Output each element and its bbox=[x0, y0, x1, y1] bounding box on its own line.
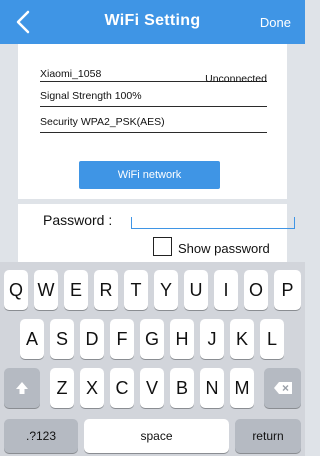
ssid-name: Xiaomi_1058 bbox=[40, 68, 102, 80]
show-password-checkbox[interactable] bbox=[153, 237, 172, 256]
nav-bar: WiFi Setting Done bbox=[0, 0, 305, 44]
key-q[interactable]: Q bbox=[4, 270, 28, 310]
keyboard: Q W E R T Y U I O P A S D F G H J K L Z … bbox=[0, 262, 305, 456]
key-c[interactable]: C bbox=[110, 368, 134, 408]
return-key[interactable]: return bbox=[235, 419, 301, 453]
key-i[interactable]: I bbox=[214, 270, 238, 310]
wifi-network-button[interactable]: WiFi network bbox=[79, 161, 220, 189]
key-h[interactable]: H bbox=[170, 319, 194, 359]
key-p[interactable]: P bbox=[274, 270, 301, 310]
key-y[interactable]: Y bbox=[154, 270, 178, 310]
shift-key[interactable] bbox=[4, 368, 40, 408]
key-k[interactable]: K bbox=[230, 319, 254, 359]
key-d[interactable]: D bbox=[80, 319, 104, 359]
key-s[interactable]: S bbox=[50, 319, 74, 359]
key-v[interactable]: V bbox=[140, 368, 164, 408]
ssid-row: Xiaomi_1058 Unconnected bbox=[40, 62, 267, 85]
wifi-info-card: Xiaomi_1058 Unconnected Signal Strength … bbox=[18, 44, 287, 199]
signal-row: Signal Strength 100% bbox=[40, 82, 267, 107]
key-e[interactable]: E bbox=[64, 270, 88, 310]
key-r[interactable]: R bbox=[94, 270, 118, 310]
key-t[interactable]: T bbox=[124, 270, 148, 310]
key-j[interactable]: J bbox=[200, 319, 224, 359]
show-password-label: Show password bbox=[178, 241, 270, 256]
password-label: Password : bbox=[43, 212, 113, 228]
backspace-key[interactable] bbox=[264, 368, 301, 408]
key-n[interactable]: N bbox=[200, 368, 224, 408]
key-w[interactable]: W bbox=[34, 270, 58, 310]
key-g[interactable]: G bbox=[140, 319, 164, 359]
key-m[interactable]: M bbox=[230, 368, 254, 408]
key-z[interactable]: Z bbox=[50, 368, 74, 408]
signal-strength: Signal Strength 100% bbox=[40, 90, 142, 102]
space-key[interactable]: space bbox=[84, 419, 229, 453]
security-type: Security WPA2_PSK(AES) bbox=[40, 116, 165, 128]
key-u[interactable]: U bbox=[184, 270, 208, 310]
key-b[interactable]: B bbox=[170, 368, 194, 408]
shift-arrow-icon bbox=[16, 382, 28, 394]
key-o[interactable]: O bbox=[244, 270, 268, 310]
numbers-key[interactable]: .?123 bbox=[4, 419, 78, 453]
done-button[interactable]: Done bbox=[260, 15, 291, 30]
security-row: Security WPA2_PSK(AES) bbox=[40, 107, 267, 133]
backspace-icon bbox=[273, 382, 292, 394]
key-a[interactable]: A bbox=[20, 319, 44, 359]
key-f[interactable]: F bbox=[110, 319, 134, 359]
key-x[interactable]: X bbox=[80, 368, 104, 408]
key-l[interactable]: L bbox=[260, 319, 284, 359]
password-input[interactable] bbox=[131, 217, 295, 229]
